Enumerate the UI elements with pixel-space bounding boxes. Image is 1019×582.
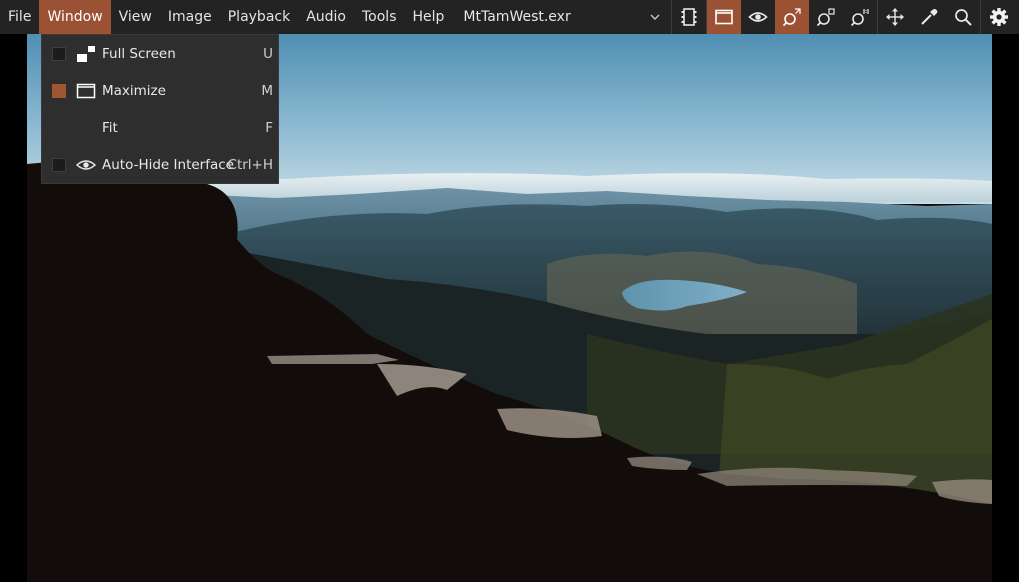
- fit-shortcut: F: [265, 119, 273, 136]
- full-screen-icon: [75, 45, 97, 63]
- maximize-window-icon: [715, 9, 734, 25]
- window-menu-dropdown: Full Screen U Maximize M Fit F Auto-Hide…: [41, 34, 279, 184]
- menu-playback[interactable]: Playback: [220, 0, 298, 34]
- zoom-fit-icon: [783, 8, 802, 27]
- menu-bar: File Window View Image Playback Audio To…: [0, 0, 1019, 34]
- file-selector-value: MtTamWest.exr: [463, 9, 571, 25]
- maximize-checkbox[interactable]: [52, 83, 66, 98]
- full-screen-shortcut: U: [263, 45, 273, 62]
- file-selector[interactable]: MtTamWest.exr: [455, 0, 671, 34]
- chevron-down-icon: [650, 14, 660, 20]
- maximize-label: Maximize: [102, 82, 166, 99]
- search-button[interactable]: [946, 0, 980, 34]
- full-screen-checkbox[interactable]: [52, 46, 66, 61]
- search-icon: [955, 9, 973, 26]
- auto-hide-shortcut: Ctrl+H: [227, 156, 273, 173]
- menu-audio[interactable]: Audio: [298, 0, 354, 34]
- menu-item-auto-hide-interface[interactable]: Auto-Hide Interface Ctrl+H: [42, 146, 278, 183]
- full-screen-label: Full Screen: [102, 45, 176, 62]
- film-strip-icon: [681, 8, 697, 26]
- move-arrows-icon: [886, 8, 905, 26]
- viewer-margin-left: [0, 34, 27, 582]
- zoom-region-icon: [817, 8, 836, 27]
- menu-help[interactable]: Help: [405, 0, 453, 34]
- menu-item-full-screen[interactable]: Full Screen U: [42, 35, 278, 72]
- fit-label: Fit: [102, 119, 118, 136]
- zoom-one-to-one-button[interactable]: [843, 0, 877, 34]
- maximize-window-button[interactable]: [707, 0, 742, 34]
- auto-hide-checkbox[interactable]: [52, 157, 66, 172]
- eyedropper-icon: [921, 9, 938, 25]
- menu-item-maximize[interactable]: Maximize M: [42, 72, 278, 109]
- viewer-margin-right: [992, 34, 1019, 582]
- menu-tools[interactable]: Tools: [354, 0, 405, 34]
- zoom-fit-button[interactable]: [775, 0, 810, 34]
- eye-icon: [748, 12, 769, 22]
- menu-image[interactable]: Image: [160, 0, 220, 34]
- menu-view[interactable]: View: [111, 0, 160, 34]
- film-strip-button[interactable]: [672, 0, 706, 34]
- zoom-one-to-one-icon: [851, 9, 870, 27]
- gear-icon: [989, 8, 1008, 26]
- auto-hide-button[interactable]: [741, 0, 775, 34]
- menu-file[interactable]: File: [0, 0, 39, 34]
- move-button[interactable]: [878, 0, 912, 34]
- eyedropper-button[interactable]: [912, 0, 946, 34]
- auto-hide-label: Auto-Hide Interface: [102, 156, 234, 173]
- menu-item-fit[interactable]: Fit F: [42, 109, 278, 146]
- settings-button[interactable]: [981, 0, 1016, 34]
- zoom-region-button[interactable]: [809, 0, 843, 34]
- maximize-icon: [75, 82, 97, 100]
- maximize-shortcut: M: [261, 82, 273, 99]
- menu-window[interactable]: Window: [39, 0, 111, 34]
- eye-icon: [75, 156, 97, 174]
